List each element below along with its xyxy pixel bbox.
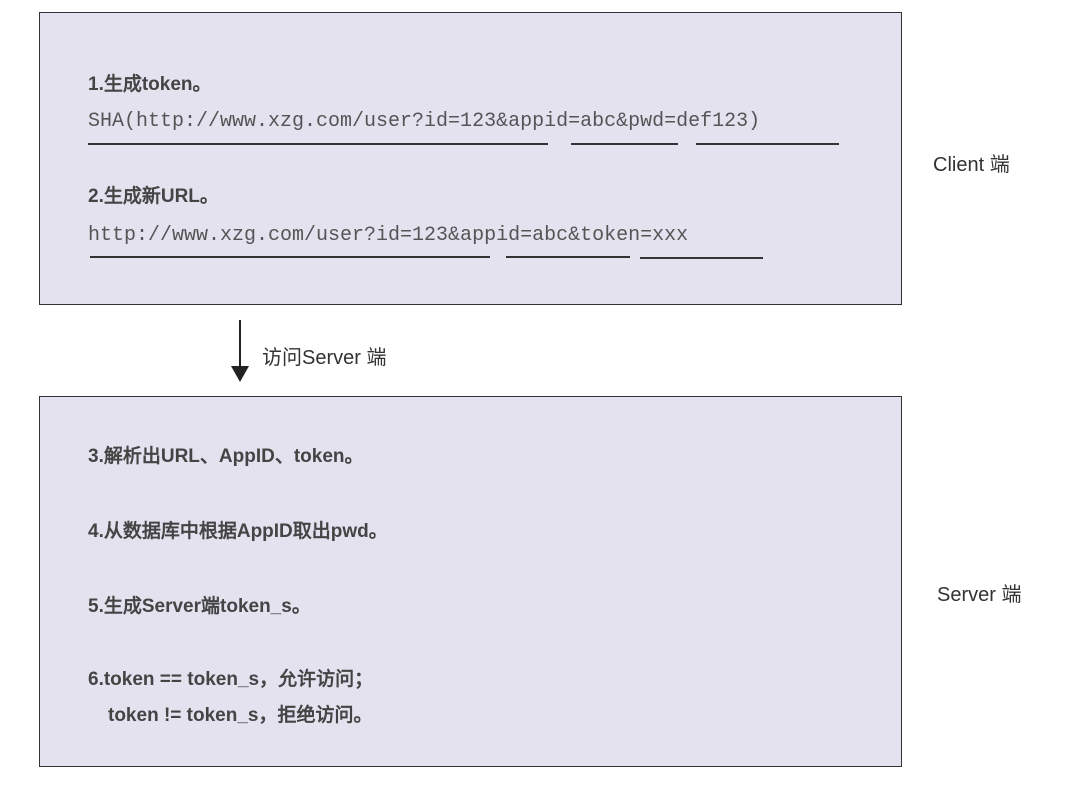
arrow-label: 访问Server 端 [262, 347, 387, 369]
underline-appid-2 [506, 256, 630, 258]
underline-token-2 [640, 257, 763, 259]
underline-url-1 [88, 143, 548, 145]
underline-appid-1 [571, 143, 678, 145]
step4-text: 4.从数据库中根据AppID取出pwd。 [88, 521, 388, 542]
step1-code: SHA(http://www.xzg.com/user?id=123&appid… [88, 110, 761, 133]
server-side-label: Server 端 [937, 584, 1022, 606]
step2-code: http://www.xzg.com/user?id=123&appid=abc… [88, 224, 689, 247]
step2-title: 2.生成新URL。 [88, 186, 219, 207]
step5-text: 5.生成Server端token_s。 [88, 596, 311, 617]
underline-url-2 [90, 256, 490, 258]
down-arrow-icon [231, 320, 249, 382]
underline-pwd-1 [696, 143, 839, 145]
client-box [39, 12, 902, 305]
step1-title: 1.生成token。 [88, 74, 212, 95]
step3-text: 3.解析出URL、AppID、token。 [88, 446, 364, 467]
step6-line1: 6.token == token_s，允许访问； [88, 669, 374, 690]
client-side-label: Client 端 [933, 154, 1010, 176]
step6-line2: token != token_s，拒绝访问。 [108, 705, 373, 726]
